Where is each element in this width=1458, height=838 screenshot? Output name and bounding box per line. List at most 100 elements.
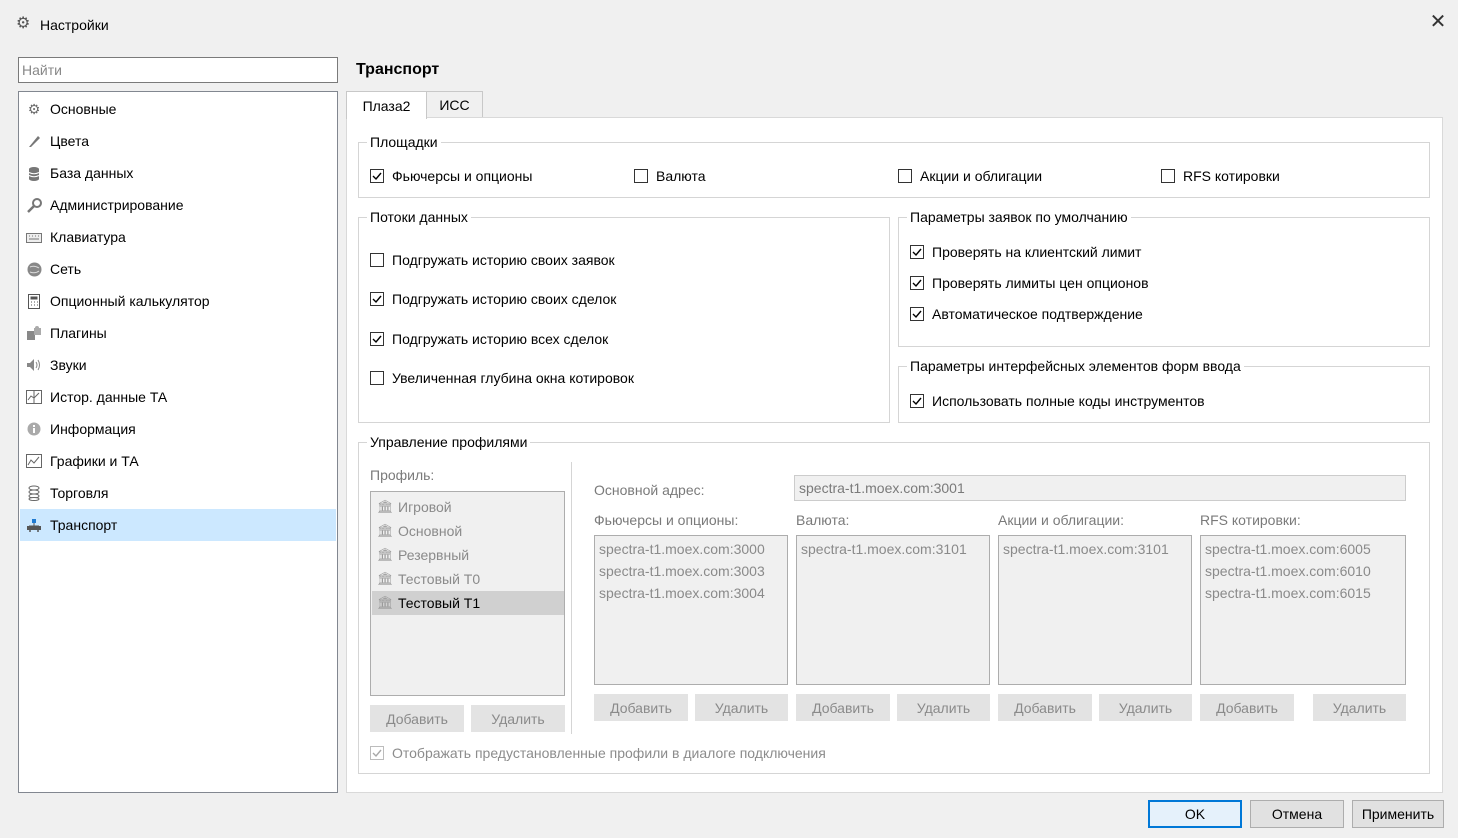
checkbox-all-trades-history[interactable]: Подгружать историю всех сделок: [370, 330, 608, 348]
checkbox-box[interactable]: [910, 394, 924, 408]
list-item[interactable]: 🏛 Игровой: [372, 495, 564, 519]
sidebar-item-label: База данных: [50, 165, 134, 181]
sidebar-item-label: Транспорт: [50, 517, 118, 533]
main-address-field[interactable]: spectra-t1.moex.com:3001: [794, 475, 1406, 501]
checkbox-box[interactable]: [370, 371, 384, 385]
sidebar-item-charts-ta[interactable]: Графики и ТА: [20, 445, 336, 477]
checkbox-full-instrument-codes[interactable]: Использовать полные коды инструментов: [910, 392, 1205, 410]
search-input[interactable]: [18, 57, 338, 83]
sidebar-item-sounds[interactable]: Звуки: [20, 349, 336, 381]
list-item[interactable]: spectra-t1.moex.com:6010: [1205, 560, 1371, 582]
checkbox-box[interactable]: [370, 332, 384, 346]
checkbox-own-trades-history[interactable]: Подгружать историю своих сделок: [370, 290, 616, 308]
sidebar-item-network[interactable]: Сеть: [20, 253, 336, 285]
checkbox-box[interactable]: [370, 292, 384, 306]
checkbox-box[interactable]: [370, 746, 384, 760]
checkbox-deep-orderbook[interactable]: Увеличенная глубина окна котировок: [370, 369, 634, 387]
checkbox-auto-confirm[interactable]: Автоматическое подтверждение: [910, 305, 1143, 323]
checkbox-client-limit[interactable]: Проверять на клиентский лимит: [910, 243, 1141, 261]
checkbox-box[interactable]: [910, 276, 924, 290]
checkbox-box[interactable]: [898, 169, 912, 183]
checkbox-box[interactable]: [634, 169, 648, 183]
checkbox-box[interactable]: [910, 307, 924, 321]
checkbox-label: Акции и облигации: [920, 168, 1043, 184]
checkbox-box[interactable]: [370, 253, 384, 267]
transport-icon: [26, 517, 42, 533]
group-title: Управление профилями: [367, 433, 531, 451]
tab-plaza2[interactable]: Плаза2: [346, 91, 427, 119]
cancel-button[interactable]: Отмена: [1250, 800, 1344, 828]
list-item[interactable]: spectra-t1.moex.com:3101: [801, 538, 967, 560]
tab-iss[interactable]: ИСС: [426, 91, 483, 118]
checkbox-box[interactable]: [1161, 169, 1175, 183]
checkbox-currency[interactable]: Валюта: [634, 167, 706, 185]
sidebar-item-database[interactable]: База данных: [20, 157, 336, 189]
sidebar-item-label: Сеть: [50, 261, 82, 277]
checkbox-label: Подгружать историю своих сделок: [392, 291, 617, 307]
checkbox-show-predefined-profiles[interactable]: Отображать предустановленные профили в д…: [370, 744, 826, 762]
checkbox-box[interactable]: [910, 245, 924, 259]
ok-button[interactable]: OK: [1148, 800, 1242, 828]
rfs-quotes-label: RFS котировки:: [1200, 512, 1301, 528]
title-bar: ⚙ Настройки ✕: [0, 0, 1458, 48]
delete-currency-address-button[interactable]: Удалить: [897, 694, 990, 721]
delete-rfs-address-button[interactable]: Удалить: [1313, 694, 1406, 721]
list-item[interactable]: spectra-t1.moex.com:3003: [599, 560, 765, 582]
add-stocks-address-button[interactable]: Добавить: [998, 694, 1092, 721]
checkbox-rfs-quotes[interactable]: RFS котировки: [1161, 167, 1280, 185]
add-rfs-address-button[interactable]: Добавить: [1200, 694, 1294, 721]
checkbox-label: Фьючерсы и опционы: [392, 168, 533, 184]
sidebar-item-colors[interactable]: Цвета: [20, 125, 336, 157]
list-item[interactable]: 🏛 Тестовый Т1: [372, 591, 564, 615]
list-item[interactable]: spectra-t1.moex.com:6005: [1205, 538, 1371, 560]
list-item[interactable]: 🏛 Тестовый Т0: [372, 567, 564, 591]
sidebar-item-option-calculator[interactable]: Опционный калькулятор: [20, 285, 336, 317]
divider: [571, 462, 572, 734]
delete-futures-address-button[interactable]: Удалить: [695, 694, 788, 721]
checkbox-label: Подгружать историю своих заявок: [392, 252, 615, 268]
button-label: Добавить: [386, 710, 448, 727]
stocks-address-list[interactable]: spectra-t1.moex.com:3101: [998, 535, 1192, 685]
add-profile-button[interactable]: Добавить: [370, 705, 464, 732]
sidebar-item-plugins[interactable]: Плагины: [20, 317, 336, 349]
sidebar-item-general[interactable]: ⚙ Основные: [20, 93, 336, 125]
button-label: Добавить: [812, 699, 874, 716]
checkbox-futures-options[interactable]: Фьючерсы и опционы: [370, 167, 532, 185]
list-item[interactable]: spectra-t1.moex.com:6015: [1205, 582, 1371, 604]
add-futures-address-button[interactable]: Добавить: [594, 694, 688, 721]
delete-profile-button[interactable]: Удалить: [471, 705, 565, 732]
checkbox-own-orders-history[interactable]: Подгружать историю своих заявок: [370, 251, 615, 269]
list-item[interactable]: spectra-t1.moex.com:3000: [599, 538, 765, 560]
checkbox-option-price-limits[interactable]: Проверять лимиты цен опционов: [910, 274, 1149, 292]
profile-list[interactable]: 🏛 Игровой 🏛 Основной 🏛 Резервный 🏛 Тестовый …: [370, 491, 565, 696]
checkbox-label: Использовать полные коды инструментов: [932, 393, 1205, 409]
keyboard-icon: [26, 229, 42, 245]
button-label: Удалить: [1118, 699, 1173, 716]
currency-address-list[interactable]: spectra-t1.moex.com:3101: [796, 535, 990, 685]
button-label: Удалить: [1332, 699, 1387, 716]
checkbox-label: RFS котировки: [1183, 168, 1280, 184]
futures-address-list[interactable]: spectra-t1.moex.com:3000 spectra-t1.moex…: [594, 535, 788, 685]
checkbox-stocks-bonds[interactable]: Акции и облигации: [898, 167, 1042, 185]
delete-stocks-address-button[interactable]: Удалить: [1099, 694, 1192, 721]
list-item[interactable]: 🏛 Резервный: [372, 543, 564, 567]
button-label: OK: [1184, 806, 1206, 822]
sidebar-item-label: Опционный калькулятор: [50, 293, 210, 309]
sidebar-item-administration[interactable]: Администрирование: [20, 189, 336, 221]
add-currency-address-button[interactable]: Добавить: [796, 694, 890, 721]
sidebar-item-transport[interactable]: Транспорт: [20, 509, 336, 541]
list-item[interactable]: 🏛 Основной: [372, 519, 564, 543]
line-chart-icon: [26, 453, 42, 469]
main-address-label: Основной адрес:: [594, 482, 705, 498]
sidebar-item-trading[interactable]: Торговля: [20, 477, 336, 509]
apply-button[interactable]: Применить: [1352, 800, 1444, 828]
sidebar-item-history-ta[interactable]: Истор. данные ТА: [20, 381, 336, 413]
list-item[interactable]: spectra-t1.moex.com:3004: [599, 582, 765, 604]
window-title: Настройки: [40, 17, 109, 33]
checkbox-box[interactable]: [370, 169, 384, 183]
sidebar-item-keyboard[interactable]: Клавиатура: [20, 221, 336, 253]
list-item[interactable]: spectra-t1.moex.com:3101: [1003, 538, 1169, 560]
rfs-address-list[interactable]: spectra-t1.moex.com:6005 spectra-t1.moex…: [1200, 535, 1406, 685]
close-icon[interactable]: ✕: [1426, 10, 1450, 34]
sidebar-item-information[interactable]: Информация: [20, 413, 336, 445]
